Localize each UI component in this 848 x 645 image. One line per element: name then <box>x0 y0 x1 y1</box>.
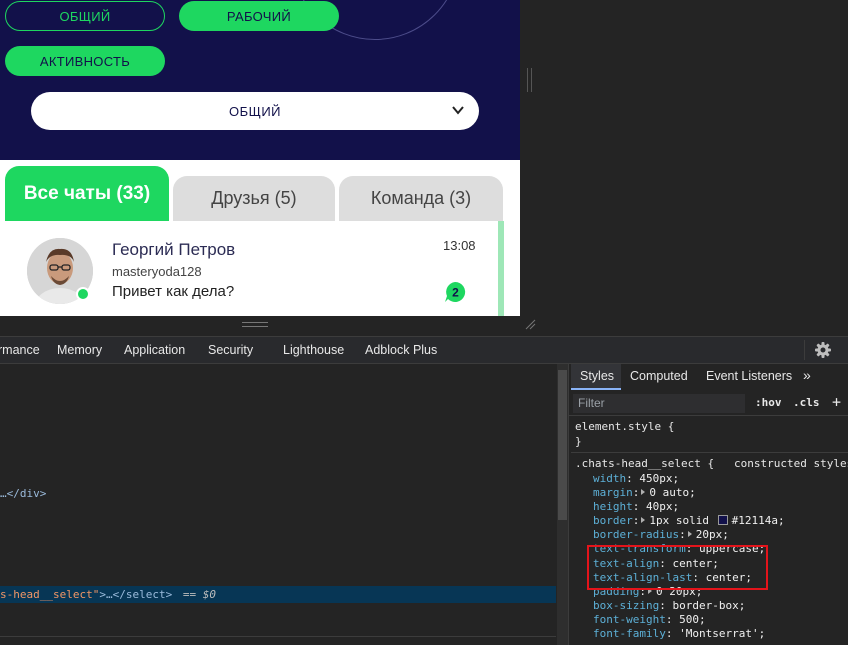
prop-name: font-weight <box>593 613 666 626</box>
online-status-dot <box>76 287 90 301</box>
css-property-border[interactable]: border: 1px solid #12114a; <box>593 514 785 527</box>
chat-contact-name: Георгий Петров <box>112 240 236 259</box>
prop-value: 40px; <box>646 500 680 513</box>
prop-name: height <box>593 500 633 513</box>
expand-triangle-icon[interactable] <box>687 531 692 537</box>
filter-activity-button[interactable]: АКТИВНОСТЬ <box>5 46 165 76</box>
styles-tab-indicator <box>571 388 621 390</box>
elements-divider <box>0 636 556 637</box>
prop-name: box-sizing <box>593 599 660 612</box>
unread-count: 2 <box>452 286 459 300</box>
prop-name: border <box>593 514 633 527</box>
tab-styles[interactable]: Styles <box>580 369 614 383</box>
resize-corner-icon[interactable] <box>524 318 536 330</box>
dom-node-div[interactable]: …</div> <box>0 487 46 500</box>
tab-all-chats[interactable]: Все чаты (33) <box>5 166 169 221</box>
gear-icon[interactable] <box>814 341 832 359</box>
page-viewport: ОБЩИЙ РАБОЧИЙ АКТИВНОСТЬ ОБЩИЙ Все чаты … <box>0 0 520 316</box>
annotation-highlight-box <box>587 545 768 590</box>
css-property-width[interactable]: width: 450px; <box>593 472 679 485</box>
chat-last-message: Привет как дела? <box>112 283 235 300</box>
prop-color-value: #12114a; <box>731 514 785 527</box>
css-property-font-family[interactable]: font-family: 'Montserrat'; <box>593 627 765 640</box>
prop-name: border-radius <box>593 528 680 541</box>
styles-filter-input[interactable]: Filter <box>573 394 745 413</box>
console-reference: == $0 <box>182 588 216 601</box>
css-property-border-radius[interactable]: border-radius: 20px; <box>593 528 729 541</box>
element-style-close: } <box>575 435 582 448</box>
prop-value: 450px; <box>639 472 680 485</box>
css-property-box-sizing[interactable]: box-sizing: border-box; <box>593 599 745 612</box>
chat-list-scrollbar[interactable] <box>498 221 504 316</box>
chat-type-select[interactable]: ОБЩИЙ <box>31 92 479 130</box>
rule-source: constructed styles <box>734 457 848 470</box>
tab-computed[interactable]: Computed <box>630 369 688 383</box>
tab-memory[interactable]: Memory <box>57 343 102 357</box>
hover-state-toggle[interactable]: :hov <box>755 396 782 409</box>
elements-scrollbar-thumb[interactable] <box>558 370 567 520</box>
class-toggle[interactable]: .cls <box>793 396 820 409</box>
closing-div-tag: …</div> <box>0 487 47 500</box>
prop-value: 'Montserrat'; <box>679 627 766 640</box>
prop-name: font-family <box>593 627 666 640</box>
class-attribute-value: s-head__select" <box>0 588 100 601</box>
tab-team[interactable]: Команда (3) <box>339 176 503 221</box>
prop-value: 500; <box>679 613 706 626</box>
tab-friends[interactable]: Друзья (5) <box>173 176 335 221</box>
prop-value: border-box; <box>672 599 746 612</box>
element-style-selector[interactable]: element.style { <box>575 420 674 433</box>
tab-event-listeners[interactable]: Event Listeners <box>706 369 792 383</box>
tab-adblock-plus[interactable]: Adblock Plus <box>365 343 437 357</box>
select-value: ОБЩИЙ <box>228 103 282 119</box>
tab-performance[interactable]: rmance <box>0 343 40 357</box>
chat-timestamp: 13:08 <box>443 238 476 253</box>
more-tabs-chevron-icon[interactable]: » <box>803 367 811 383</box>
color-swatch-icon[interactable] <box>717 515 728 525</box>
prop-value: 0 auto; <box>649 486 696 499</box>
rule-separator <box>571 452 848 453</box>
chevron-down-icon <box>452 106 464 115</box>
chat-list-item[interactable]: Георгий Петров masteryoda128 Привет как … <box>4 221 498 316</box>
viewport-resize-handle-bottom[interactable] <box>242 322 268 327</box>
hero-section: ОБЩИЙ РАБОЧИЙ АКТИВНОСТЬ ОБЩИЙ <box>0 0 520 160</box>
select-tag: >…</select> <box>99 588 173 601</box>
selected-select-node[interactable]: s-head__select">…</select> == $0 <box>0 588 216 601</box>
filter-work-button[interactable]: РАБОЧИЙ <box>179 1 339 31</box>
tab-security[interactable]: Security <box>208 343 253 357</box>
tab-application[interactable]: Application <box>124 343 185 357</box>
tab-lighthouse[interactable]: Lighthouse <box>283 343 344 357</box>
prop-name: margin <box>593 486 633 499</box>
css-property-margin[interactable]: margin: 0 auto; <box>593 486 696 499</box>
css-property-height[interactable]: height: 40px; <box>593 500 679 513</box>
unread-message-badge-icon: 2 <box>445 281 466 302</box>
expand-triangle-icon[interactable] <box>641 489 646 495</box>
prop-value: 1px solid <box>649 514 709 527</box>
prop-value: 20px; <box>695 528 729 541</box>
css-property-font-weight[interactable]: font-weight: 500; <box>593 613 706 626</box>
viewport-resize-handle-right[interactable] <box>527 68 532 92</box>
prop-name: width <box>593 472 627 485</box>
filter-general-button[interactable]: ОБЩИЙ <box>5 1 165 31</box>
rule-selector[interactable]: .chats-head__select { <box>575 457 714 470</box>
add-rule-button[interactable]: + <box>832 393 841 411</box>
chat-username: masteryoda128 <box>112 264 202 279</box>
chat-list: Георгий Петров masteryoda128 Привет как … <box>4 221 508 316</box>
tabbar-divider <box>804 340 805 360</box>
expand-triangle-icon[interactable] <box>641 517 646 523</box>
